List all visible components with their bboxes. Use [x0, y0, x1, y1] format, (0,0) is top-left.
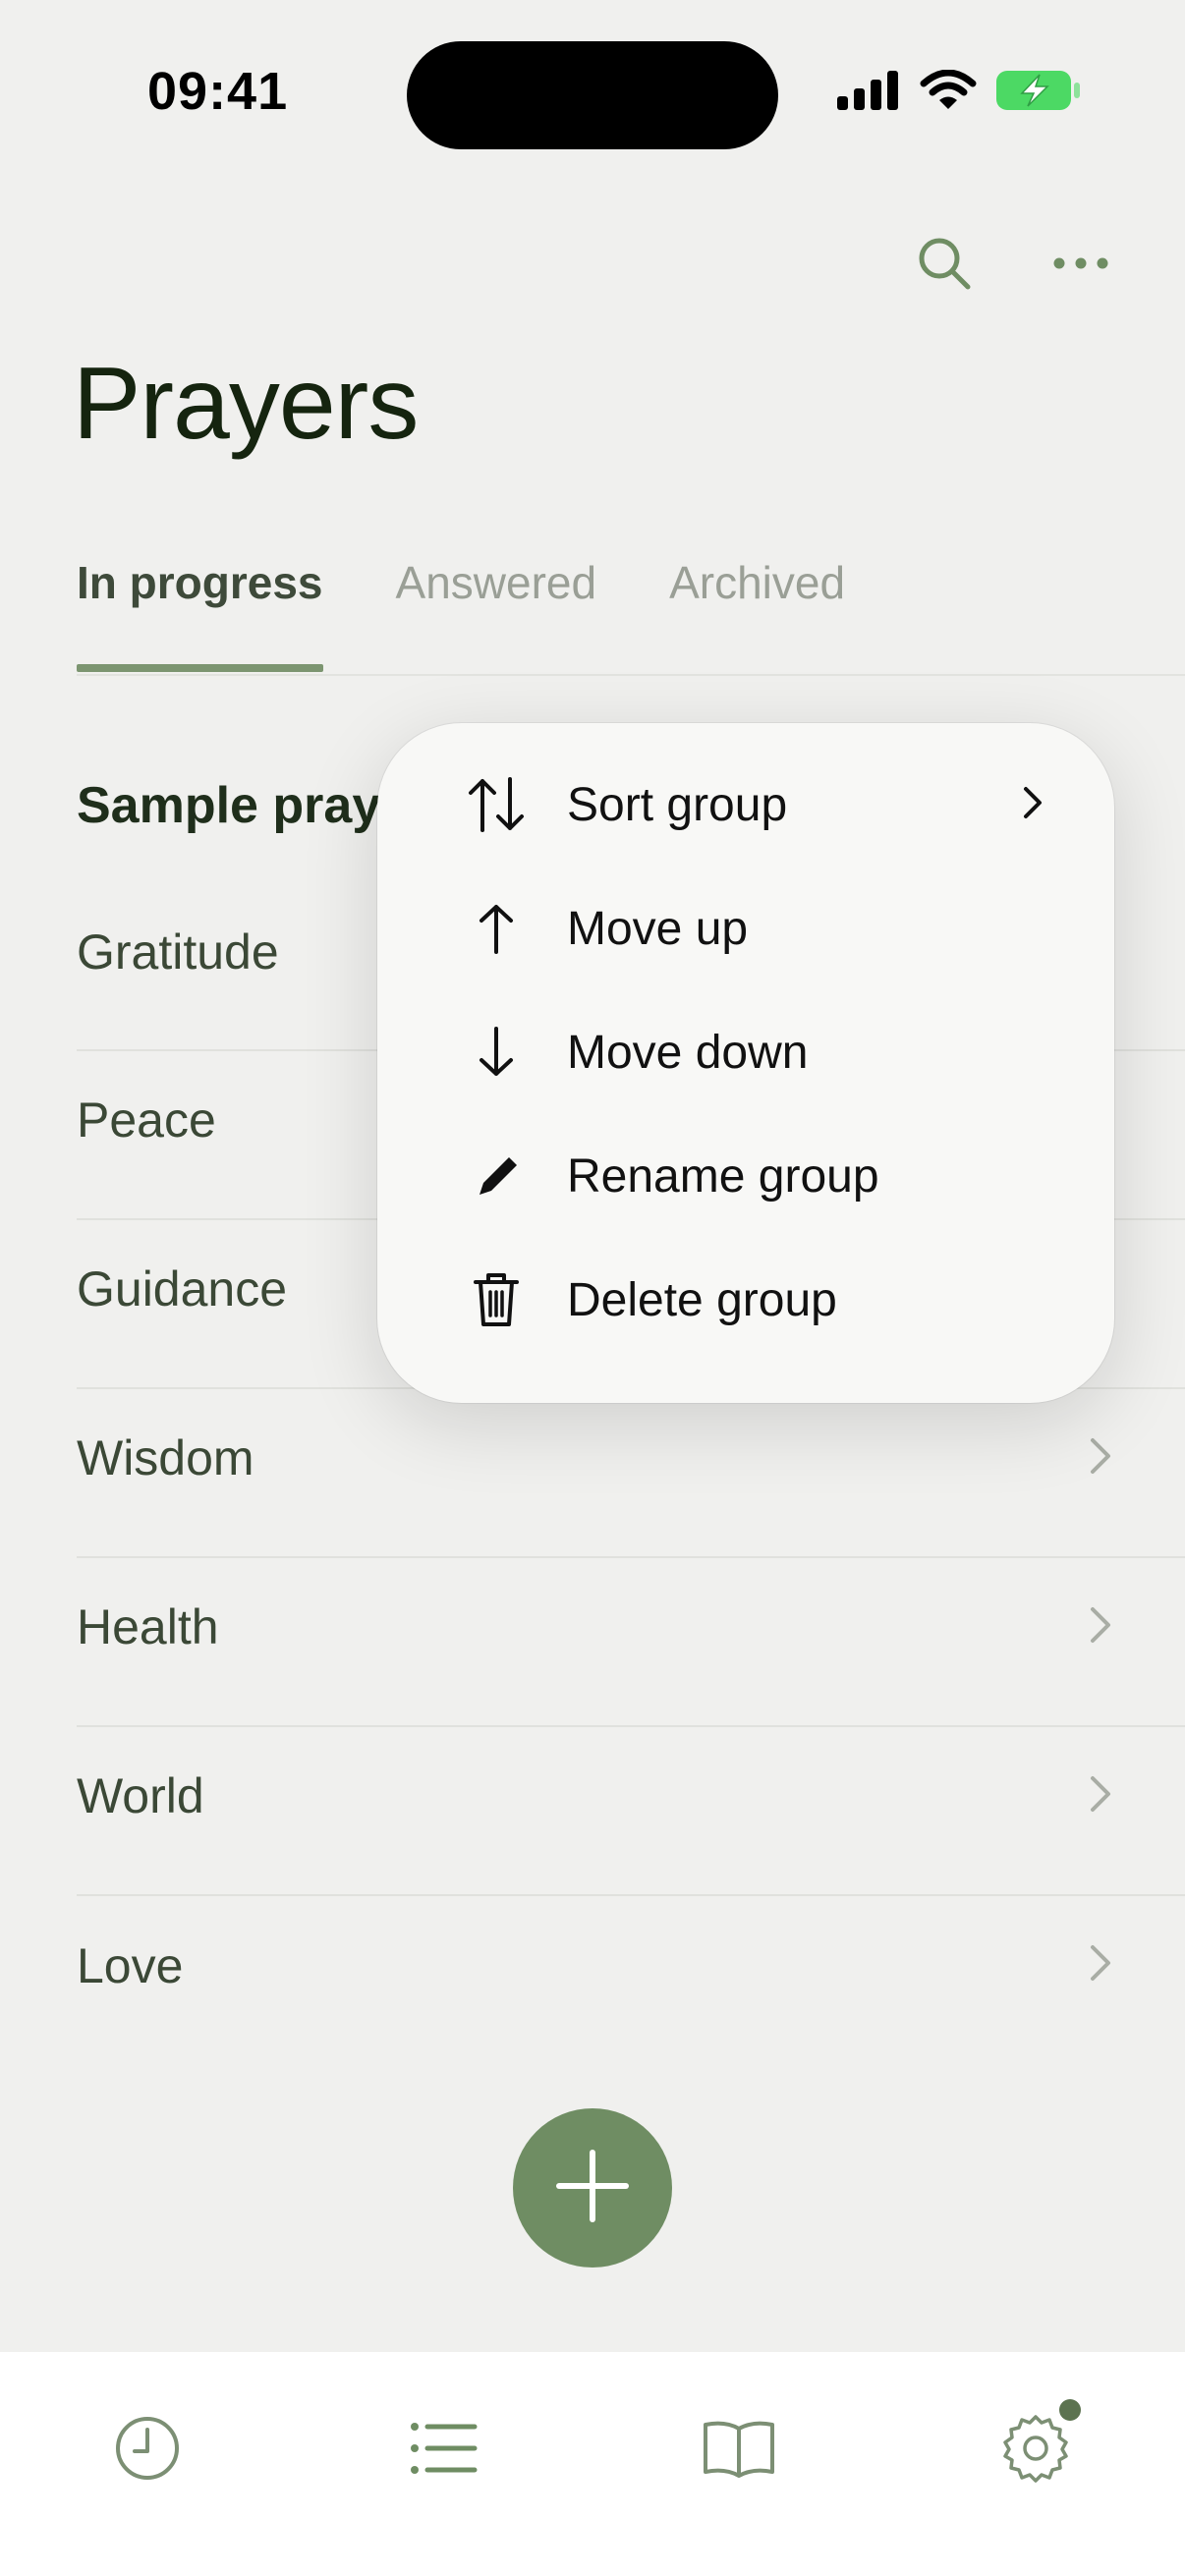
wifi-icon	[920, 69, 977, 116]
battery-charging-icon	[996, 69, 1081, 117]
arrow-up-icon	[462, 894, 531, 963]
menu-item-label: Move up	[567, 902, 749, 955]
menu-item-move-down[interactable]: Move down	[377, 990, 1114, 1114]
book-icon	[702, 2419, 776, 2483]
more-button[interactable]	[1042, 226, 1120, 305]
chevron-right-icon	[1022, 785, 1044, 825]
tabbar-settings[interactable]	[987, 2399, 1085, 2499]
chevron-right-icon	[1089, 1605, 1112, 1650]
more-icon	[1051, 255, 1110, 276]
plus-icon	[553, 2147, 632, 2230]
chevron-right-icon	[1089, 1943, 1112, 1988]
arrow-down-icon	[462, 1018, 531, 1087]
list-item[interactable]: World	[77, 1727, 1185, 1896]
dynamic-island	[407, 41, 778, 149]
list-icon	[410, 2421, 479, 2481]
trash-icon	[462, 1265, 531, 1334]
menu-item-delete-group[interactable]: Delete group	[377, 1238, 1114, 1362]
group-context-menu: Sort group Move up Move down Rename grou…	[377, 723, 1114, 1403]
list-item-label: Love	[77, 1938, 184, 1993]
menu-item-label: Delete group	[567, 1273, 837, 1326]
list-item-label: World	[77, 1768, 204, 1823]
add-prayer-button[interactable]	[513, 2108, 672, 2268]
list-item-label: Wisdom	[77, 1430, 254, 1485]
menu-item-rename-group[interactable]: Rename group	[377, 1114, 1114, 1238]
screen: 09:41 Prayers In progress Answered Archi…	[0, 0, 1185, 2576]
clock-icon	[113, 2414, 182, 2488]
menu-item-label: Rename group	[567, 1149, 879, 1203]
tabbar-prayers[interactable]	[395, 2401, 493, 2499]
page-title: Prayers	[73, 347, 419, 461]
tab-archived[interactable]: Archived	[669, 556, 845, 609]
list-item-label: Gratitude	[77, 924, 279, 980]
menu-item-sort-group[interactable]: Sort group	[377, 743, 1114, 867]
list-item-label: Health	[77, 1599, 219, 1654]
tabbar-journal[interactable]	[690, 2401, 788, 2499]
search-icon	[915, 234, 974, 298]
menu-item-label: Sort group	[567, 778, 788, 831]
list-item[interactable]: Health	[77, 1558, 1185, 1727]
list-item-label: Guidance	[77, 1261, 288, 1316]
tabbar-history[interactable]	[98, 2401, 197, 2499]
gear-icon	[1000, 2413, 1071, 2489]
status-time: 09:41	[147, 62, 289, 121]
menu-item-move-up[interactable]: Move up	[377, 867, 1114, 990]
active-tab-indicator	[77, 664, 323, 672]
tab-answered[interactable]: Answered	[396, 556, 597, 609]
status-icons	[837, 69, 1081, 117]
chevron-right-icon	[1089, 1774, 1112, 1819]
list-item[interactable]: Love	[77, 1896, 1185, 2065]
list-item-label: Peace	[77, 1092, 216, 1148]
notification-badge	[1059, 2399, 1081, 2421]
menu-item-label: Move down	[567, 1026, 809, 1079]
search-button[interactable]	[905, 226, 984, 305]
tab-bar-segments: In progress Answered Archived	[77, 556, 845, 609]
pencil-icon	[462, 1142, 531, 1210]
cellular-signal-icon	[837, 71, 900, 115]
tab-in-progress[interactable]: In progress	[77, 556, 323, 609]
bottom-tab-bar	[0, 2352, 1185, 2576]
list-item[interactable]: Wisdom	[77, 1389, 1185, 1558]
sort-icon	[462, 770, 531, 839]
tabs-divider	[77, 674, 1185, 676]
chevron-right-icon	[1089, 1436, 1112, 1481]
